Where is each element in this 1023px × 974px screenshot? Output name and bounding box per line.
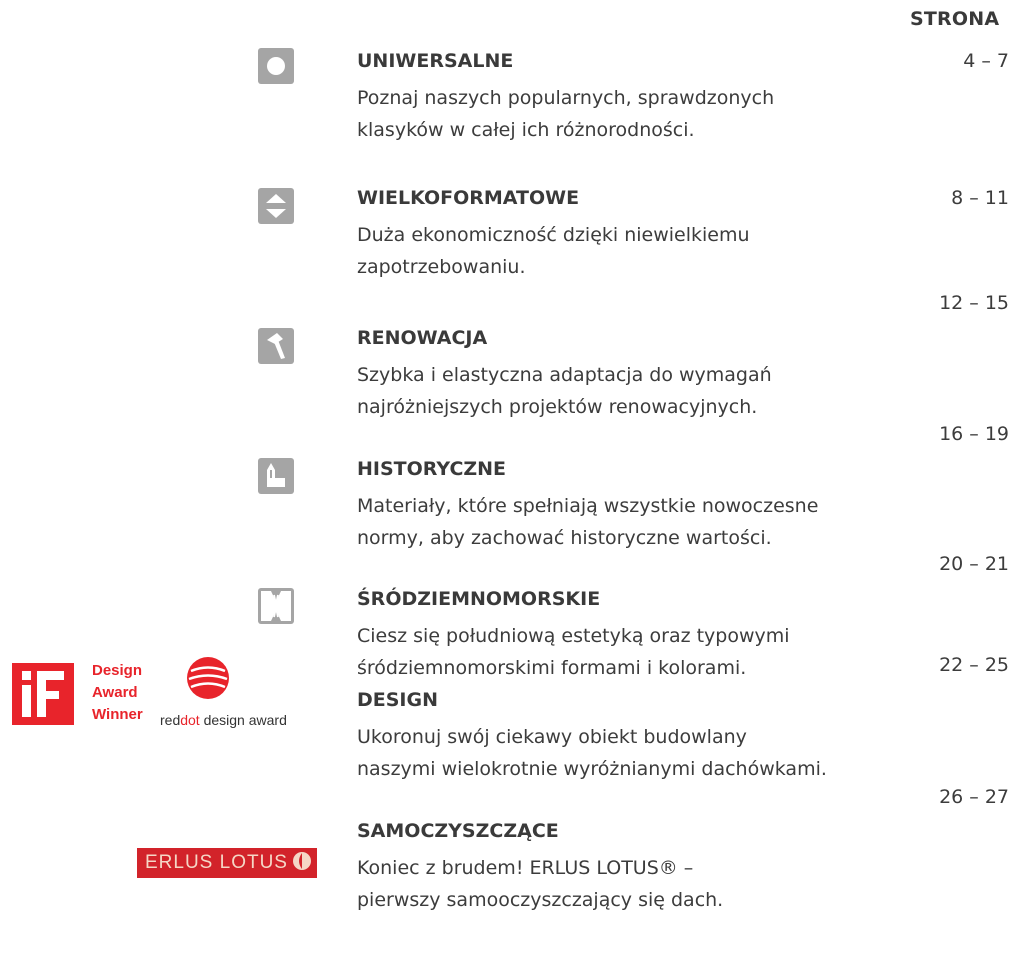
- section-title: DESIGN: [357, 689, 439, 711]
- section-pages: 4 – 7: [963, 50, 1009, 72]
- erlus-lotus-logo: ERLUS LOTUS: [137, 848, 317, 878]
- section-title: ŚRÓDZIEMNOMORSKIE: [357, 588, 601, 610]
- section-description: Ciesz się południową estetyką oraz typow…: [357, 625, 790, 679]
- historic-building-icon: [258, 458, 294, 494]
- section-pages: 8 – 11: [951, 187, 1009, 209]
- section-description: Koniec z brudem! ERLUS LOTUS® – pierwszy…: [357, 857, 724, 911]
- section-title: SAMOCZYSZCZĄCE: [357, 820, 559, 842]
- arrows-up-down-icon: [258, 188, 294, 224]
- section-description: Duża ekonomiczność dzięki niewielkiemu z…: [357, 224, 750, 278]
- section-pages: 20 – 21: [939, 553, 1009, 575]
- section-description: Materiały, które spełniają wszystkie now…: [357, 495, 819, 549]
- if-design-award-logo: [12, 663, 74, 725]
- reddot-logo: [185, 655, 231, 701]
- section-pages: 26 – 27: [939, 786, 1009, 808]
- if-award-text: Design Award Winner: [92, 662, 143, 723]
- section-description: Ukoronuj swój ciekawy obiekt budowlany n…: [357, 726, 827, 780]
- strona-header: STRONA: [910, 8, 1000, 30]
- section-title: UNIWERSALNE: [357, 50, 514, 72]
- section-description: Szybka i elastyczna adaptacja do wymagań…: [357, 364, 772, 418]
- circle-icon: [258, 48, 294, 84]
- section-title: RENOWACJA: [357, 327, 488, 349]
- mediterranean-tile-icon: [258, 588, 294, 624]
- section-pages: 16 – 19: [939, 423, 1009, 445]
- section-pages: 22 – 25: [939, 654, 1009, 676]
- hammer-icon: [258, 328, 294, 364]
- reddot-award-text: reddot design award: [160, 712, 287, 728]
- section-pages: 12 – 15: [939, 292, 1009, 314]
- lotus-drop-icon: [292, 852, 311, 870]
- section-title: HISTORYCZNE: [357, 458, 507, 480]
- section-description: Poznaj naszych popularnych, sprawdzonych…: [357, 87, 775, 141]
- section-title: WIELKOFORMATOWE: [357, 187, 580, 209]
